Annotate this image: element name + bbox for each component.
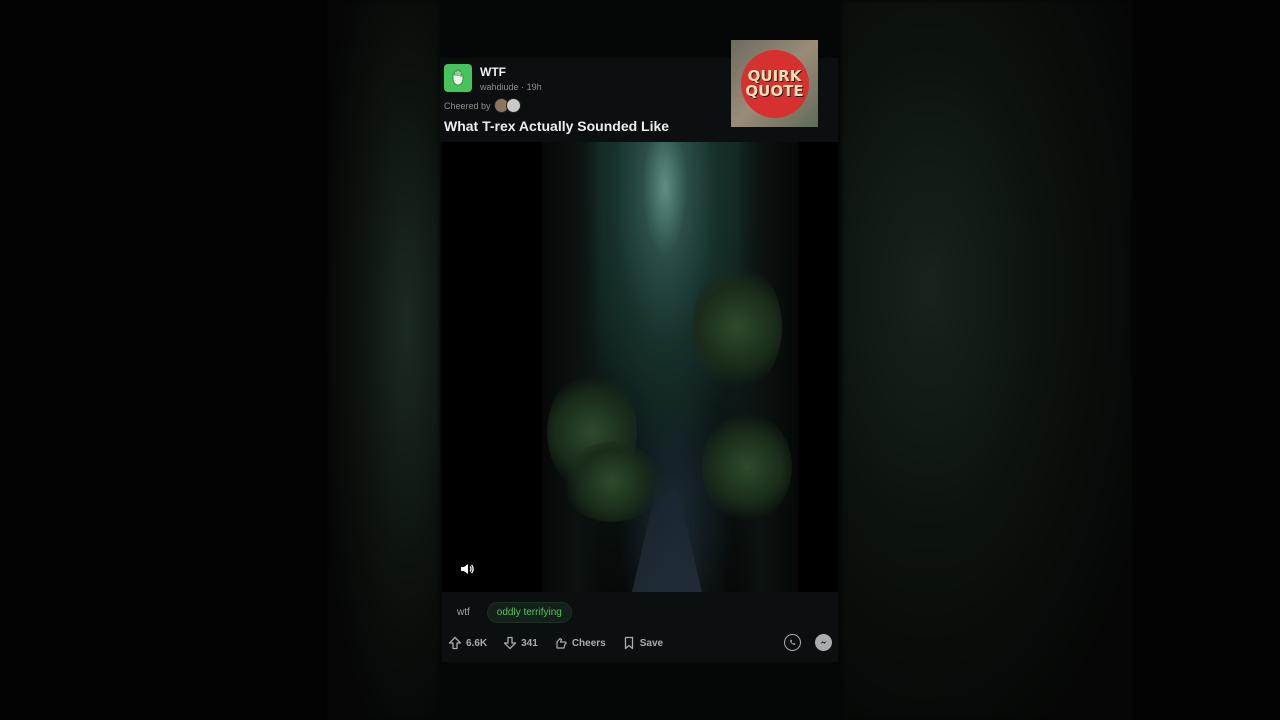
meta-separator: · xyxy=(521,82,525,92)
background-blur-left xyxy=(328,0,440,720)
fern-foliage xyxy=(692,262,782,392)
post-age: 19h xyxy=(526,82,542,92)
fern-foliage xyxy=(702,412,792,522)
phone-icon xyxy=(790,639,796,645)
messenger-icon[interactable] xyxy=(815,634,832,651)
cheer-avatar xyxy=(505,98,521,113)
subreddit-name[interactable]: WTF xyxy=(480,65,506,79)
fern-foliage xyxy=(562,442,662,522)
cheers-icon xyxy=(556,637,567,649)
channel-thumbnail: QUIRK QUOTE xyxy=(731,40,818,127)
messenger-bolt-icon xyxy=(820,641,827,644)
post-meta: wahdiude · 19h xyxy=(480,82,542,92)
right-letterbox xyxy=(1132,0,1280,720)
hand-icon xyxy=(452,69,464,86)
upvote-count: 6.6K xyxy=(466,637,488,649)
tree-silhouette-left xyxy=(542,142,602,592)
quirk-quote-logo: QUIRK QUOTE xyxy=(740,49,809,118)
background-blur-right xyxy=(842,0,1132,720)
cheers-label: Cheers xyxy=(571,637,606,649)
downvote-button[interactable]: 341 xyxy=(503,636,538,650)
action-bar: 6.6K 341 Cheers Save xyxy=(448,634,832,652)
cheers-button[interactable]: Cheers xyxy=(554,636,606,650)
sound-toggle-button[interactable] xyxy=(458,560,476,578)
upvote-arrow-icon xyxy=(448,636,462,650)
post-footer: wtf oddly terrifying 6.6K 341 Cheers Sav… xyxy=(442,592,838,662)
post-title[interactable]: What T-rex Actually Sounded Like xyxy=(444,118,669,134)
post-video[interactable] xyxy=(442,142,838,592)
cheered-label: Cheered by xyxy=(444,100,491,111)
logo-line-2: QUOTE xyxy=(745,81,804,100)
save-label: Save xyxy=(639,637,664,649)
speaker-icon xyxy=(461,564,474,574)
flair-tag[interactable]: oddly terrifying xyxy=(486,602,572,623)
share-buttons xyxy=(784,634,832,651)
tag-row: wtf oddly terrifying xyxy=(448,602,572,623)
downvote-arrow-icon xyxy=(503,636,517,650)
tag-wtf[interactable]: wtf xyxy=(448,603,479,622)
subreddit-icon[interactable] xyxy=(444,64,472,92)
whatsapp-icon[interactable] xyxy=(784,634,801,651)
left-letterbox xyxy=(0,0,328,720)
upvote-button[interactable]: 6.6K xyxy=(448,636,487,650)
cheered-by: Cheered by xyxy=(444,98,521,113)
downvote-count: 341 xyxy=(521,637,538,649)
bookmark-icon xyxy=(624,636,633,650)
post-card: WTF wahdiude · 19h Cheered by What T-rex… xyxy=(440,0,840,720)
author-name[interactable]: wahdiude xyxy=(480,82,519,92)
save-button[interactable]: Save xyxy=(622,636,663,650)
